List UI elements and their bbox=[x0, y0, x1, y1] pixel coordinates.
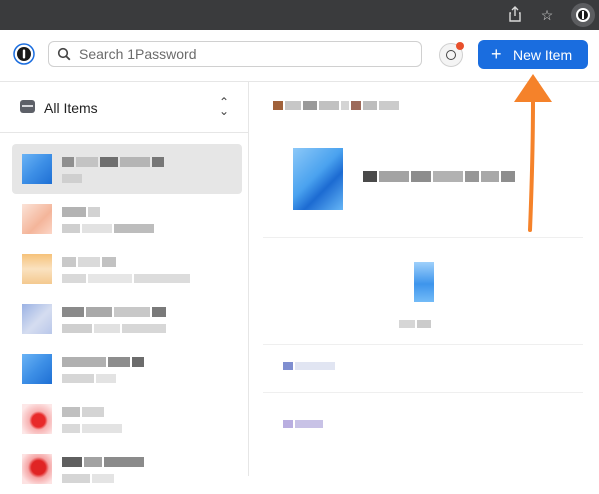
field-value-blurred bbox=[283, 362, 337, 370]
list-item[interactable] bbox=[12, 194, 242, 244]
list-item[interactable] bbox=[12, 344, 242, 394]
item-thumbnail bbox=[22, 154, 52, 184]
watchtower-glyph bbox=[446, 50, 456, 60]
vault-icon bbox=[20, 100, 35, 113]
sidebar-divider bbox=[0, 132, 249, 133]
chevron-updown-icon: ⌃ ⌄ bbox=[219, 95, 230, 118]
item-thumbnail bbox=[22, 254, 52, 284]
item-title-blurred bbox=[62, 207, 102, 217]
list-item[interactable] bbox=[12, 394, 242, 444]
item-subtitle-blurred bbox=[62, 424, 124, 433]
breadcrumb bbox=[273, 101, 401, 110]
1password-extension-icon[interactable] bbox=[571, 3, 595, 27]
field-divider bbox=[263, 392, 583, 393]
item-subtitle-blurred bbox=[62, 224, 156, 233]
item-thumbnail bbox=[22, 404, 52, 434]
watchtower-icon[interactable] bbox=[439, 42, 464, 67]
item-detail-thumbnail bbox=[293, 148, 343, 210]
item-title-blurred bbox=[62, 157, 166, 167]
search-icon bbox=[57, 47, 71, 61]
new-item-label: New Item bbox=[513, 47, 573, 63]
share-icon[interactable] bbox=[506, 6, 524, 24]
1password-logo bbox=[13, 43, 35, 65]
search-box[interactable] bbox=[48, 41, 422, 67]
item-thumbnail bbox=[22, 454, 52, 484]
field-divider bbox=[263, 237, 583, 238]
item-title-blurred bbox=[62, 307, 168, 317]
item-detail-icon bbox=[414, 262, 434, 302]
field-value-blurred bbox=[399, 320, 433, 328]
vault-label: All Items bbox=[44, 100, 98, 116]
item-title-blurred bbox=[62, 457, 146, 467]
list-item[interactable] bbox=[12, 294, 242, 344]
item-thumbnail bbox=[22, 354, 52, 384]
search-input[interactable] bbox=[79, 45, 409, 63]
notification-dot bbox=[456, 42, 464, 50]
field-value-blurred bbox=[283, 420, 325, 428]
list-item[interactable] bbox=[12, 244, 242, 294]
item-detail-title-blurred bbox=[363, 171, 517, 182]
item-title-blurred bbox=[62, 257, 118, 267]
new-item-button[interactable]: + New Item bbox=[478, 40, 588, 69]
item-thumbnail bbox=[22, 204, 52, 234]
star-icon[interactable]: ☆ bbox=[538, 6, 556, 24]
list-item[interactable] bbox=[12, 144, 242, 194]
plus-icon: + bbox=[491, 44, 502, 64]
item-subtitle-blurred bbox=[62, 324, 168, 333]
item-subtitle-blurred bbox=[62, 274, 192, 283]
field-divider bbox=[263, 344, 583, 345]
vault-selector[interactable]: All Items ⌃ ⌄ bbox=[12, 92, 238, 122]
item-subtitle-blurred bbox=[62, 474, 116, 483]
item-subtitle-blurred bbox=[62, 374, 118, 383]
extension-bar bbox=[582, 11, 584, 19]
item-list-sidebar: All Items ⌃ ⌄ bbox=[0, 82, 249, 484]
list-item[interactable] bbox=[12, 444, 242, 494]
item-subtitle-blurred bbox=[62, 174, 84, 183]
browser-toolbar: ☆ bbox=[0, 0, 599, 30]
annotation-arrow bbox=[514, 74, 552, 232]
item-thumbnail bbox=[22, 304, 52, 334]
item-title-blurred bbox=[62, 357, 146, 367]
item-title-blurred bbox=[62, 407, 106, 417]
